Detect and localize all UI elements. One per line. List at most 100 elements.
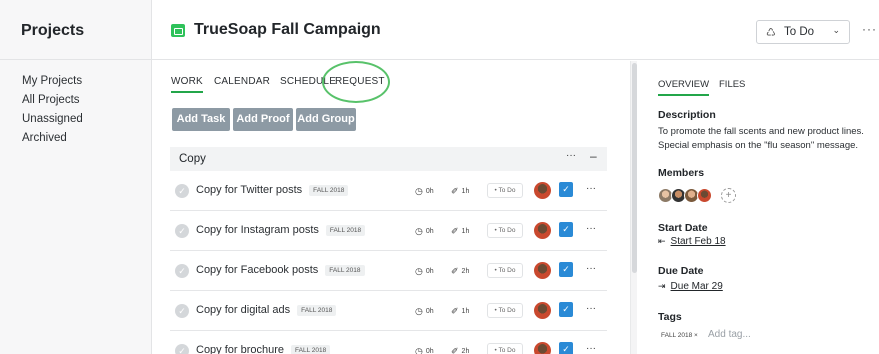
- project-folder-icon: [171, 24, 185, 37]
- assignee-avatar[interactable]: [534, 262, 551, 279]
- assignee-avatar[interactable]: [534, 182, 551, 199]
- task-row[interactable]: ✓ Copy for Twitter posts FALL 2018 ◷ 0h ✐ 1h • …: [170, 171, 607, 211]
- assignee-avatar[interactable]: [534, 302, 551, 319]
- task-status-value: To Do: [498, 187, 516, 194]
- task-group-header[interactable]: Copy ··· –: [170, 147, 607, 171]
- task-row[interactable]: ✓ Copy for brochure FALL 2018 ◷ 0h ✐ 2h • To Do…: [170, 331, 607, 354]
- highlight-circle-annotation: [322, 61, 390, 103]
- time-logged[interactable]: ◷ 0h: [415, 346, 434, 354]
- approval-check-icon[interactable]: ✓: [559, 262, 573, 277]
- project-header: TrueSoap Fall Campaign ♺ To Do ⌄ ···: [152, 0, 879, 60]
- details-panel: OVERVIEW FILES Description To promote th…: [637, 61, 879, 354]
- task-more-button[interactable]: ···: [586, 343, 596, 354]
- approval-check-icon[interactable]: ✓: [559, 182, 573, 197]
- time-estimate-value: 2h: [461, 348, 470, 354]
- time-estimate[interactable]: ✐ 1h: [451, 186, 469, 197]
- task-title: Copy for Twitter posts: [196, 184, 303, 196]
- task-more-button[interactable]: ···: [586, 263, 596, 274]
- tab-files[interactable]: FILES: [719, 79, 745, 90]
- task-status-pill[interactable]: • To Do: [487, 183, 523, 198]
- task-group-name: Copy: [179, 153, 206, 165]
- time-estimate-value: 2h: [461, 268, 470, 275]
- due-date-field[interactable]: ⇥ Due Mar 29: [658, 281, 723, 292]
- time-logged-value: 0h: [425, 188, 434, 195]
- sidebar: Projects My Projects All Projects Unassi…: [0, 0, 152, 354]
- add-proof-button[interactable]: Add Proof: [233, 108, 293, 131]
- time-estimate-value: 1h: [461, 308, 470, 315]
- clock-icon: ◷: [415, 266, 423, 276]
- task-status-pill[interactable]: • To Do: [487, 223, 523, 238]
- time-logged[interactable]: ◷ 0h: [415, 306, 434, 317]
- task-tag: FALL 2018: [297, 305, 337, 316]
- member-avatar[interactable]: [697, 188, 712, 203]
- approval-check-icon[interactable]: ✓: [559, 222, 573, 237]
- approval-check-icon[interactable]: ✓: [559, 302, 573, 317]
- sidebar-item-my-projects[interactable]: My Projects: [22, 72, 83, 91]
- time-logged[interactable]: ◷ 0h: [415, 266, 434, 277]
- group-collapse-button[interactable]: –: [590, 149, 597, 163]
- task-more-button[interactable]: ···: [586, 183, 596, 194]
- task-title: Copy for Instagram posts: [196, 224, 319, 236]
- clock-icon: ◷: [415, 306, 423, 316]
- time-estimate-value: 1h: [461, 188, 470, 195]
- add-member-icon[interactable]: +: [721, 188, 736, 203]
- time-logged[interactable]: ◷ 0h: [415, 226, 434, 237]
- add-group-button[interactable]: Add Group: [296, 108, 356, 131]
- task-complete-checkbox[interactable]: ✓: [175, 344, 189, 354]
- tab-work[interactable]: WORK: [171, 76, 203, 93]
- task-row[interactable]: ✓ Copy for digital ads FALL 2018 ◷ 0h ✐ 1h • To…: [170, 291, 607, 331]
- group-more-button[interactable]: ···: [566, 150, 576, 161]
- sidebar-item-all-projects[interactable]: All Projects: [22, 91, 83, 110]
- time-estimate[interactable]: ✐ 1h: [451, 226, 469, 237]
- time-logged-value: 0h: [425, 308, 434, 315]
- task-more-button[interactable]: ···: [586, 223, 596, 234]
- status-recycle-icon: ♺: [766, 27, 776, 39]
- tab-calendar[interactable]: CALENDAR: [214, 76, 270, 87]
- assignee-avatar[interactable]: [534, 342, 551, 354]
- hourglass-icon: ✐: [451, 186, 459, 196]
- task-row[interactable]: ✓ Copy for Instagram posts FALL 2018 ◷ 0h ✐ 1h…: [170, 211, 607, 251]
- task-status-pill[interactable]: • To Do: [487, 303, 523, 318]
- tag-chip[interactable]: FALL 2018 ×: [661, 332, 698, 339]
- add-task-button[interactable]: Add Task: [172, 108, 230, 131]
- task-complete-checkbox[interactable]: ✓: [175, 184, 189, 198]
- task-status-value: To Do: [498, 227, 516, 234]
- clock-icon: ◷: [415, 346, 423, 354]
- task-row[interactable]: ✓ Copy for Facebook posts FALL 2018 ◷ 0h ✐ 2h •…: [170, 251, 607, 291]
- add-tag-input[interactable]: Add tag...: [708, 329, 751, 340]
- time-logged[interactable]: ◷ 0h: [415, 186, 434, 197]
- task-name[interactable]: Copy for Facebook posts FALL 2018: [196, 264, 365, 276]
- due-date-value: Due Mar 29: [670, 281, 723, 292]
- assignee-avatar[interactable]: [534, 222, 551, 239]
- task-name[interactable]: Copy for Instagram posts FALL 2018: [196, 224, 366, 236]
- hourglass-icon: ✐: [451, 266, 459, 276]
- header-more-button[interactable]: ···: [862, 22, 877, 36]
- task-complete-checkbox[interactable]: ✓: [175, 224, 189, 238]
- task-name[interactable]: Copy for brochure FALL 2018: [196, 344, 331, 354]
- sidebar-item-archived[interactable]: Archived: [22, 129, 83, 148]
- task-status-pill[interactable]: • To Do: [487, 343, 523, 354]
- task-complete-checkbox[interactable]: ✓: [175, 264, 189, 278]
- approval-check-icon[interactable]: ✓: [559, 342, 573, 354]
- task-more-button[interactable]: ···: [586, 303, 596, 314]
- status-dropdown-value: To Do: [784, 26, 815, 38]
- start-date-label: Start Date: [658, 222, 708, 234]
- start-date-value: Start Feb 18: [670, 236, 726, 247]
- sidebar-title: Projects: [0, 0, 152, 60]
- tab-overview[interactable]: OVERVIEW: [658, 79, 710, 96]
- sidebar-item-unassigned[interactable]: Unassigned: [22, 110, 83, 129]
- task-status-pill[interactable]: • To Do: [487, 263, 523, 278]
- task-title: Copy for digital ads: [196, 304, 291, 316]
- start-date-field[interactable]: ⇤ Start Feb 18: [658, 236, 726, 247]
- time-estimate[interactable]: ✐ 2h: [451, 346, 469, 354]
- time-estimate[interactable]: ✐ 1h: [451, 306, 469, 317]
- task-complete-checkbox[interactable]: ✓: [175, 304, 189, 318]
- work-area-scrollbar[interactable]: [630, 61, 637, 354]
- task-name[interactable]: Copy for Twitter posts FALL 2018: [196, 184, 349, 196]
- task-name[interactable]: Copy for digital ads FALL 2018: [196, 304, 337, 316]
- status-dropdown[interactable]: ♺ To Do ⌄: [756, 20, 850, 44]
- clock-icon: ◷: [415, 186, 423, 196]
- time-estimate[interactable]: ✐ 2h: [451, 266, 469, 277]
- due-date-label: Due Date: [658, 265, 704, 277]
- time-logged-value: 0h: [425, 348, 434, 354]
